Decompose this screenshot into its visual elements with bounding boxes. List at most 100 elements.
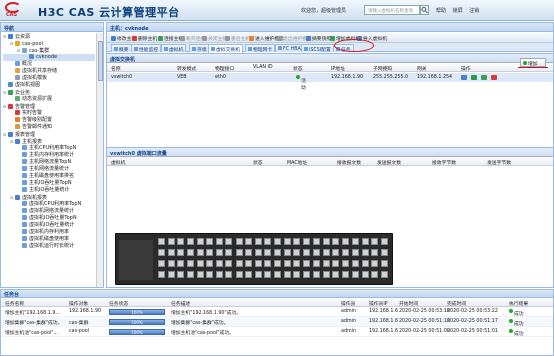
nav-item-label: 实时告警 bbox=[22, 110, 43, 116]
nav-item[interactable]: 虚拟机共享存储 bbox=[3, 68, 95, 75]
tab-3[interactable]: 虚拟机 bbox=[161, 44, 187, 53]
switch-port bbox=[245, 260, 253, 267]
switch-port bbox=[341, 260, 349, 267]
switch-port bbox=[254, 238, 262, 245]
nav-item[interactable]: 告警邮件通知 bbox=[3, 124, 95, 131]
tab-6[interactable]: 物理网卡 bbox=[245, 44, 276, 53]
progress-bar: 100% bbox=[109, 309, 165, 315]
nav-item[interactable]: 概况 bbox=[3, 61, 95, 68]
column-header: 操作 bbox=[461, 67, 471, 72]
toolbar-icon bbox=[180, 36, 185, 41]
nav-item[interactable]: 主机内存利用率统计 bbox=[3, 152, 95, 159]
nav-item-label: 虚拟机运行时长统计 bbox=[29, 243, 75, 249]
switch-port bbox=[283, 260, 291, 267]
tab-1[interactable]: 概要 bbox=[111, 44, 132, 53]
nav-item[interactable]: cvknode bbox=[3, 54, 95, 61]
nav-item[interactable]: 虚拟机视图 bbox=[3, 82, 95, 89]
expand-toggle-icon[interactable]: ⊟ bbox=[17, 47, 21, 54]
table-row[interactable]: 增加主机"192.168.1.9... 192.168.1.90 100% 增加主机"… bbox=[1, 308, 553, 317]
nav-item-label: 虚拟机磁盘使用率 bbox=[29, 236, 70, 242]
nav-item-label: 动态资源扩展 bbox=[22, 96, 53, 102]
toolbar-button[interactable]: 摘要快照 bbox=[306, 35, 331, 42]
toolbar-button[interactable]: 删除主机 bbox=[132, 35, 157, 42]
nav-item[interactable]: ⊟ 虚拟机报表 bbox=[3, 194, 95, 201]
nav-item[interactable]: 虚拟机模板 bbox=[3, 75, 95, 82]
search-input[interactable]: 请输入虚拟机名称查询 bbox=[364, 5, 420, 15]
nav-item[interactable]: 虚拟机网络流量统计 bbox=[3, 208, 95, 215]
nav-item[interactable]: 动态资源扩展 bbox=[3, 96, 95, 103]
nav-item[interactable]: ⊟ cas-pool bbox=[3, 40, 95, 47]
nav-item[interactable]: 主机网络流量统计 bbox=[3, 166, 95, 173]
toolbar-icon bbox=[249, 36, 254, 41]
add-vswitch-button[interactable]: 增加 bbox=[520, 58, 546, 67]
tab-7[interactable]: FC HBA bbox=[275, 44, 304, 52]
settings-icon[interactable] bbox=[471, 75, 477, 80]
tab-4[interactable]: 存储 bbox=[189, 44, 210, 53]
column-header: 任务描述 bbox=[171, 302, 191, 307]
nav-item[interactable]: 告警级别配置 bbox=[3, 117, 95, 124]
help-link[interactable]: 帮助 bbox=[436, 8, 446, 14]
table-cell: admin bbox=[341, 329, 357, 334]
expand-toggle-icon[interactable]: ⊟ bbox=[10, 194, 14, 201]
delete-icon[interactable] bbox=[491, 75, 497, 80]
tree-node-icon bbox=[8, 104, 13, 109]
tree-node-icon bbox=[22, 222, 27, 227]
edit-icon[interactable] bbox=[481, 75, 487, 80]
column-header: 名称 bbox=[111, 67, 121, 72]
expand-toggle-icon[interactable]: ⊟ bbox=[3, 33, 7, 40]
nav-item[interactable]: 实时告警 bbox=[3, 110, 95, 117]
table-cell: 2020-02-25 00:51:17 bbox=[447, 319, 498, 324]
table-cell: 2020-02-25 00:51:01 bbox=[447, 329, 498, 334]
nav-item[interactable]: 主机IO吞吐量统计 bbox=[3, 187, 95, 194]
nav-item[interactable]: ⊟ 报表管理 bbox=[3, 131, 95, 138]
tree-node-icon bbox=[15, 195, 20, 200]
expand-toggle-icon[interactable]: ⊟ bbox=[10, 138, 14, 145]
nav-item[interactable]: 虚拟机IO吞吐量统计 bbox=[3, 222, 95, 229]
switch-port-diagram bbox=[115, 233, 393, 285]
tab-5[interactable]: 虚拟交换机 bbox=[208, 44, 243, 53]
nav-item[interactable]: ⊟ 云业务 bbox=[3, 89, 95, 96]
nav-item[interactable]: 虚拟机磁盘使用率 bbox=[3, 236, 95, 243]
tree-node-icon bbox=[15, 41, 20, 46]
nav-item-label: 虚拟机IO吞吐量统计 bbox=[29, 222, 75, 228]
switch-port bbox=[196, 260, 204, 267]
tab-8[interactable]: iSCSI配置 bbox=[301, 44, 334, 53]
nav-item[interactable]: 主机IO吞吐量TopN bbox=[3, 180, 95, 187]
switch-port bbox=[332, 260, 340, 267]
toolbar-button[interactable]: 关闭主机 bbox=[202, 35, 227, 42]
nav-scrollbar[interactable] bbox=[96, 33, 103, 287]
switch-port bbox=[264, 238, 272, 245]
nav-item[interactable]: 虚拟机CPU利用率TopN bbox=[3, 201, 95, 208]
nav-item[interactable]: 主机网络流量TopN bbox=[3, 159, 95, 166]
port-panel-title: vswitch0 虚拟端口流量 bbox=[107, 148, 553, 157]
nav-item[interactable]: ⊟ cas-集群 bbox=[3, 47, 95, 54]
table-row[interactable]: vswitch0 VEB eth0 活动 192.168.1.90 255.255.255… bbox=[107, 73, 553, 91]
expand-toggle-icon[interactable]: ⊟ bbox=[3, 103, 7, 110]
nav-item[interactable]: 主机磁盘使用率排名 bbox=[3, 173, 95, 180]
info-icon[interactable] bbox=[461, 75, 467, 80]
toolbar-button[interactable]: 重启主机 bbox=[225, 35, 250, 42]
lock-link[interactable]: 锁屏 bbox=[453, 8, 463, 14]
switch-port bbox=[225, 271, 233, 278]
tree-node-icon bbox=[15, 68, 20, 73]
expand-toggle-icon[interactable]: ⊟ bbox=[3, 131, 7, 138]
nav-item[interactable]: 虚拟机运行时长统计 bbox=[3, 243, 95, 250]
nav-item[interactable]: ⊟ 主机报表 bbox=[3, 138, 95, 145]
nav-item[interactable]: 虚拟机内存利用率 bbox=[3, 229, 95, 236]
column-header: 接收报文数 bbox=[337, 161, 361, 166]
logout-link[interactable]: 注销 bbox=[469, 8, 479, 14]
nav-item[interactable]: 主机CPU利用率TopN bbox=[3, 145, 95, 152]
expand-toggle-icon[interactable]: ⊟ bbox=[3, 89, 7, 96]
nav-item[interactable]: 虚拟机IO吞吐量TopN bbox=[3, 215, 95, 222]
search-button[interactable] bbox=[420, 5, 429, 15]
column-header: 接收字节数 bbox=[432, 161, 456, 166]
table-row[interactable]: 增加主机池"cas-pool"... cas-pool 100% 增加主机池"cas-… bbox=[1, 328, 553, 337]
nav-item[interactable]: ⊟ 告警管理 bbox=[3, 103, 95, 110]
progress-bar: 100% bbox=[109, 329, 165, 335]
expand-toggle-icon[interactable]: ⊟ bbox=[10, 40, 14, 47]
switch-port bbox=[196, 249, 204, 256]
table-cell: cas-集群 bbox=[69, 321, 89, 326]
nav-item[interactable]: ⊟ 云资源 bbox=[3, 33, 95, 40]
table-row[interactable]: 增加集群"cas-集群"成功。 cas-集群 100% 增加集群"cas-集群"成功。… bbox=[1, 318, 553, 327]
tab-2[interactable]: 性能监控 bbox=[131, 44, 162, 53]
